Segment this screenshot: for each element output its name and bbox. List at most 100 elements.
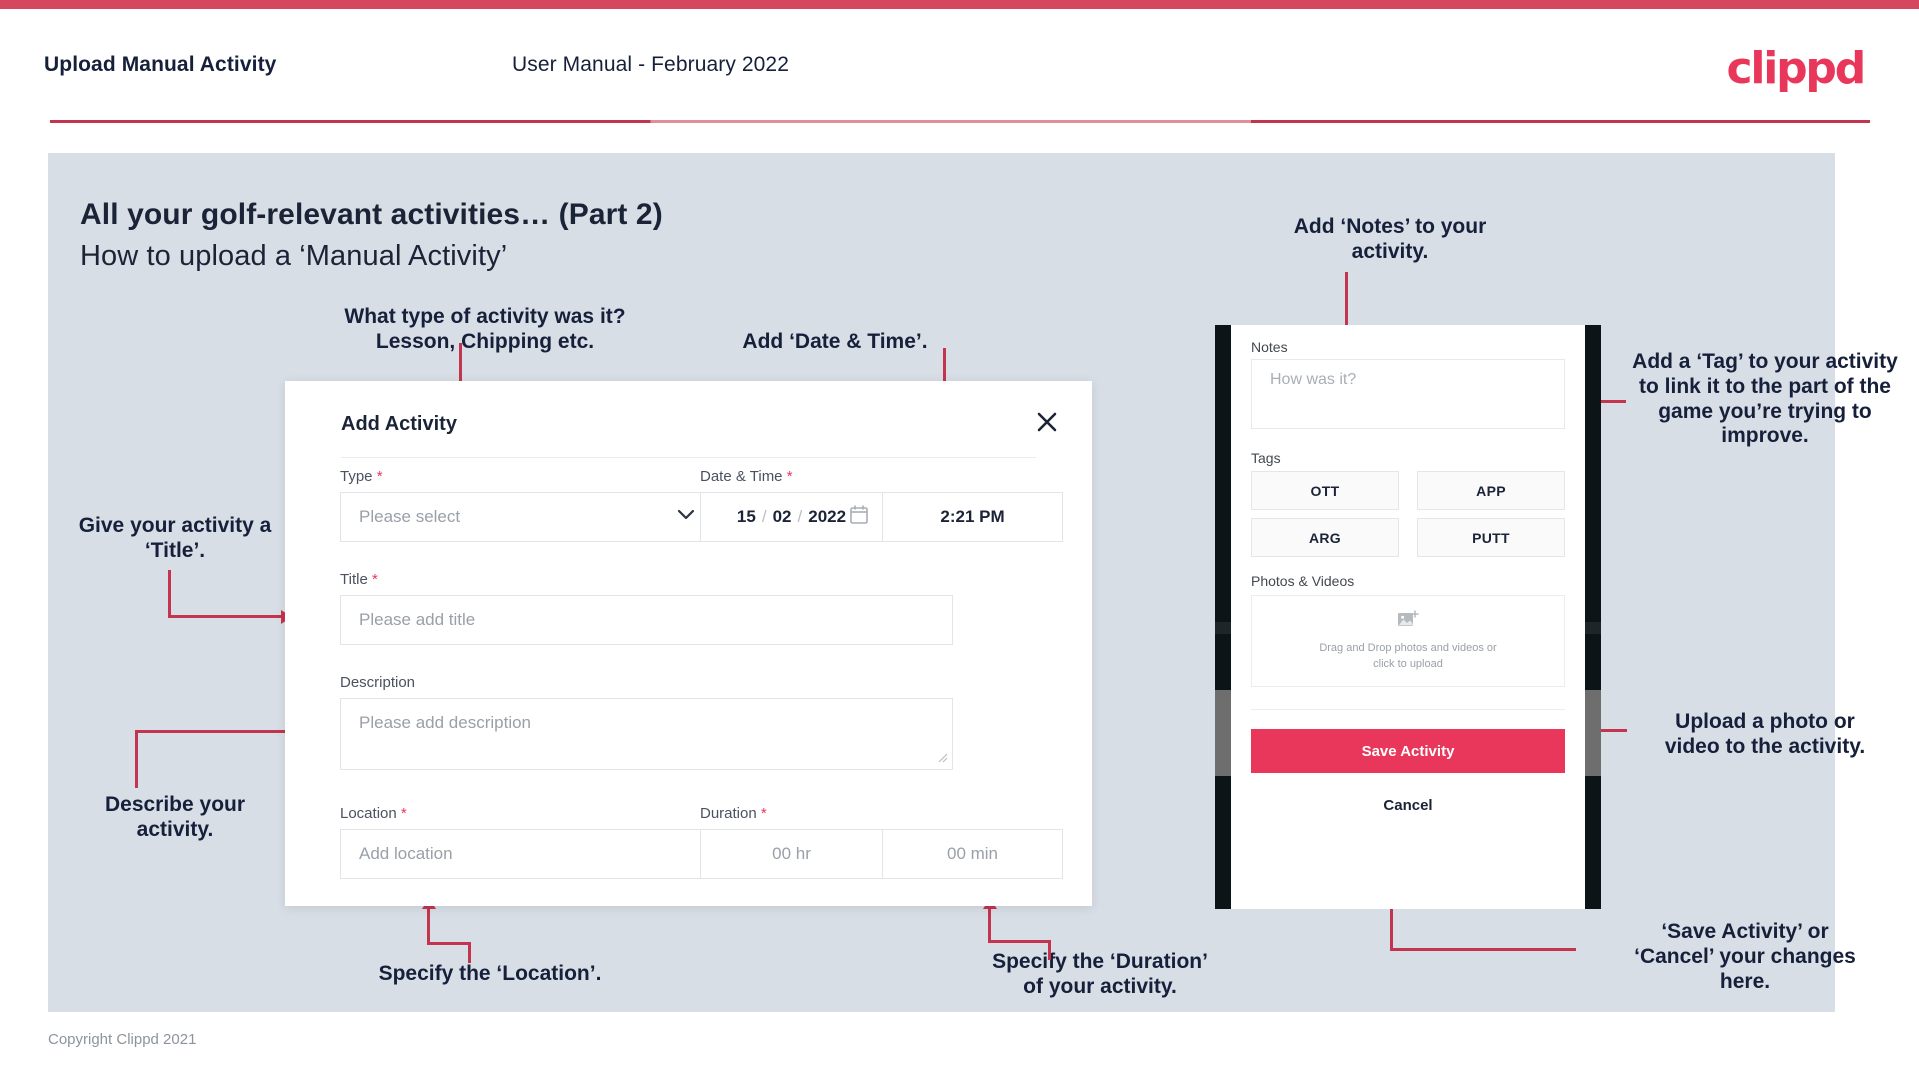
- connector-duration-h: [988, 940, 1051, 943]
- cancel-button[interactable]: Cancel: [1251, 791, 1565, 819]
- location-input[interactable]: Add location: [340, 829, 712, 879]
- annotation-save: ‘Save Activity’ or ‘Cancel’ your changes…: [1580, 920, 1910, 994]
- time-input[interactable]: 2:21 PM: [883, 493, 1062, 541]
- datetime-label-text: Date & Time: [700, 468, 783, 485]
- annotation-duration-line2: of your activity.: [1023, 974, 1177, 998]
- phone-button-right-small: [1585, 622, 1601, 634]
- annotation-notes: Add ‘Notes’ to your activity.: [1245, 215, 1535, 265]
- annotation-save-line3: here.: [1719, 969, 1771, 993]
- datetime-field: 15 / 02 / 2022 2:21 PM: [700, 492, 1063, 542]
- duration-label: Duration *: [700, 805, 767, 822]
- tag-button-putt[interactable]: PUTT: [1417, 518, 1565, 557]
- duration-hours-input[interactable]: 00 hr: [701, 830, 883, 878]
- annotation-upload: Upload a photo or video to the activity.: [1625, 710, 1905, 760]
- dialog-divider: [341, 457, 1036, 458]
- date-sep-1: /: [761, 507, 767, 526]
- type-label-text: Type: [340, 468, 373, 485]
- connector-location-v2: [427, 908, 430, 945]
- duration-field: 00 hr 00 min: [700, 829, 1063, 879]
- page-header: Upload Manual Activity User Manual - Feb…: [0, 9, 1919, 121]
- annotation-duration-line1: Specify the ‘Duration’: [992, 950, 1208, 973]
- notes-label: Notes: [1251, 339, 1288, 355]
- connector-description-h: [135, 730, 287, 733]
- date-year: 2022: [808, 507, 847, 526]
- date-day: 15: [736, 507, 756, 526]
- description-textarea[interactable]: Please add description: [340, 698, 953, 770]
- annotation-duration: Specify the ‘Duration’ of your activity.: [950, 950, 1250, 1000]
- phone-screen: Notes How was it? Tags OTT APP ARG PUTT …: [1231, 325, 1585, 909]
- header-subtitle: User Manual - February 2022: [512, 53, 789, 76]
- connector-location-h: [427, 942, 471, 945]
- add-image-icon: [1397, 609, 1419, 635]
- annotation-notes-line2: activity.: [1351, 239, 1429, 263]
- photo-dropzone[interactable]: Drag and Drop photos and videos or click…: [1251, 595, 1565, 687]
- chevron-down-icon: [677, 508, 695, 526]
- phone-button-left-small: [1215, 622, 1231, 634]
- type-select[interactable]: Please select: [340, 492, 712, 542]
- annotation-datetime: Add ‘Date & Time’.: [742, 330, 928, 353]
- annotation-save-line1: ‘Save Activity’ or: [1661, 920, 1829, 943]
- annotation-location: Specify the ‘Location’.: [378, 962, 602, 985]
- calendar-icon[interactable]: [850, 505, 868, 529]
- notes-placeholder: How was it?: [1270, 371, 1357, 388]
- phone-right-frame: [1585, 325, 1601, 909]
- close-icon[interactable]: [1030, 405, 1064, 439]
- annotation-type: What type of activity was it? Lesson, Ch…: [320, 305, 650, 355]
- annotation-title-line2: ‘Title’.: [144, 538, 206, 562]
- phone-left-frame: [1215, 325, 1231, 909]
- type-label: Type *: [340, 468, 383, 485]
- annotation-title-line1: Give your activity a: [78, 514, 272, 537]
- tag-button-ott[interactable]: OTT: [1251, 471, 1399, 510]
- annotation-notes-line1: Add ‘Notes’ to your: [1293, 215, 1487, 238]
- connector-save-h: [1390, 948, 1576, 951]
- tag-button-app[interactable]: APP: [1417, 471, 1565, 510]
- duration-minutes-input[interactable]: 00 min: [883, 830, 1062, 878]
- annotation-upload-line1: Upload a photo or: [1675, 710, 1855, 733]
- dropzone-text: Drag and Drop photos and videos or click…: [1319, 641, 1496, 673]
- title-required-mark: *: [371, 571, 378, 588]
- save-activity-button[interactable]: Save Activity: [1251, 729, 1565, 773]
- tag-button-arg[interactable]: ARG: [1251, 518, 1399, 557]
- date-sep-2: /: [797, 507, 803, 526]
- location-label-text: Location: [340, 805, 397, 822]
- type-placeholder: Please select: [359, 507, 461, 526]
- phone-divider: [1251, 709, 1565, 710]
- clippd-logo: clippd: [1726, 43, 1866, 94]
- annotation-tags: Add a ‘Tag’ to your activity to link it …: [1632, 350, 1898, 448]
- annotation-type-line1: What type of activity was it?: [344, 305, 626, 328]
- description-label: Description: [340, 674, 415, 691]
- annotation-title: Give your activity a ‘Title’.: [45, 514, 305, 564]
- copyright-text: Copyright Clippd 2021: [48, 1031, 197, 1048]
- resize-handle-icon[interactable]: [938, 752, 948, 766]
- location-required-mark: *: [400, 805, 407, 822]
- dropzone-line1: Drag and Drop photos and videos or: [1319, 641, 1497, 654]
- slide-title: All your golf-relevant activities… (Part…: [80, 198, 663, 231]
- title-label-text: Title: [340, 571, 368, 588]
- photos-label: Photos & Videos: [1251, 573, 1355, 589]
- description-label-text: Description: [340, 674, 416, 691]
- annotation-description: Describe your activity.: [45, 793, 305, 843]
- location-label: Location *: [340, 805, 407, 822]
- header-divider: [50, 120, 1870, 123]
- annotation-description-line2: activity.: [136, 817, 214, 841]
- top-accent-bar: [0, 0, 1919, 9]
- connector-duration-v1: [1048, 942, 1051, 960]
- datetime-required-mark: *: [786, 468, 793, 485]
- slide-subtitle: How to upload a ‘Manual Activity’: [80, 240, 508, 272]
- dropzone-line2: click to upload: [1373, 657, 1443, 670]
- dialog-title: Add Activity: [341, 413, 457, 435]
- title-label: Title *: [340, 571, 378, 588]
- title-input[interactable]: Please add title: [340, 595, 953, 645]
- duration-label-text: Duration: [700, 805, 757, 822]
- tags-label: Tags: [1251, 450, 1281, 466]
- connector-title-h: [168, 615, 283, 618]
- connector-title-v: [168, 570, 171, 618]
- duration-required-mark: *: [760, 805, 767, 822]
- location-placeholder: Add location: [359, 844, 453, 863]
- date-input[interactable]: 15 / 02 / 2022: [701, 493, 883, 541]
- notes-textarea[interactable]: How was it?: [1251, 359, 1565, 429]
- annotation-description-line1: Describe your: [104, 793, 246, 816]
- title-placeholder: Please add title: [359, 610, 476, 629]
- annotation-type-line2: Lesson, Chipping etc.: [375, 329, 595, 353]
- type-required-mark: *: [376, 468, 383, 485]
